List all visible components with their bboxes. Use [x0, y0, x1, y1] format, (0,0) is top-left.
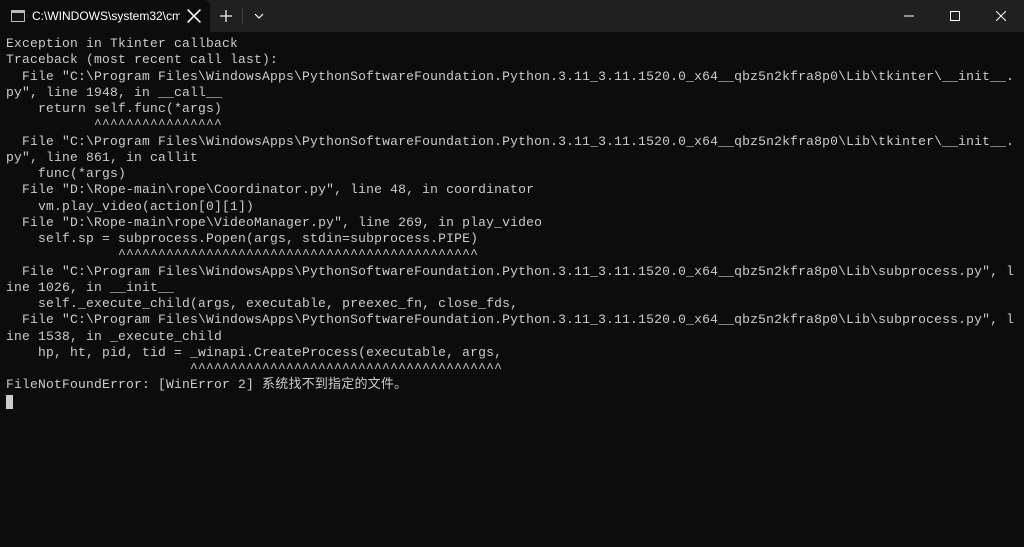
tab-title: C:\WINDOWS\system32\cmd.	[32, 9, 180, 23]
terminal-line: self._execute_child(args, executable, pr…	[6, 296, 1018, 312]
terminal-line: func(*args)	[6, 166, 1018, 182]
new-tab-button[interactable]	[210, 0, 242, 32]
maximize-button[interactable]	[932, 0, 978, 32]
terminal-tab[interactable]: C:\WINDOWS\system32\cmd.	[0, 0, 210, 32]
terminal-line: vm.play_video(action[0][1])	[6, 199, 1018, 215]
window-close-button[interactable]	[978, 0, 1024, 32]
cmd-icon	[10, 8, 26, 24]
plus-icon	[220, 10, 232, 22]
tab-close-button[interactable]	[186, 8, 202, 24]
terminal-cursor-line	[6, 394, 1018, 410]
terminal-line: FileNotFoundError: [WinError 2] 系统找不到指定的…	[6, 377, 1018, 393]
minimize-icon	[904, 11, 914, 21]
terminal-line: File "C:\Program Files\WindowsApps\Pytho…	[6, 69, 1018, 102]
tab-dropdown-button[interactable]	[243, 0, 275, 32]
terminal-cursor	[6, 395, 13, 409]
terminal-line: hp, ht, pid, tid = _winapi.CreateProcess…	[6, 345, 1018, 361]
close-icon	[996, 11, 1006, 21]
maximize-icon	[950, 11, 960, 21]
terminal-line: self.sp = subprocess.Popen(args, stdin=s…	[6, 231, 1018, 247]
window-controls	[886, 0, 1024, 32]
terminal-line: File "D:\Rope-main\rope\Coordinator.py",…	[6, 182, 1018, 198]
terminal-line: ^^^^^^^^^^^^^^^^^^^^^^^^^^^^^^^^^^^^^^^	[6, 361, 1018, 377]
terminal-line: File "C:\Program Files\WindowsApps\Pytho…	[6, 264, 1018, 297]
terminal-line: File "D:\Rope-main\rope\VideoManager.py"…	[6, 215, 1018, 231]
window-titlebar: C:\WINDOWS\system32\cmd.	[0, 0, 1024, 32]
terminal-line: Traceback (most recent call last):	[6, 52, 1018, 68]
terminal-line: return self.func(*args)	[6, 101, 1018, 117]
terminal-output[interactable]: Exception in Tkinter callbackTraceback (…	[0, 32, 1024, 414]
titlebar-left-group: C:\WINDOWS\system32\cmd.	[0, 0, 275, 32]
minimize-button[interactable]	[886, 0, 932, 32]
terminal-line: Exception in Tkinter callback	[6, 36, 1018, 52]
terminal-line: File "C:\Program Files\WindowsApps\Pytho…	[6, 312, 1018, 345]
close-icon	[186, 8, 202, 24]
terminal-line: ^^^^^^^^^^^^^^^^	[6, 117, 1018, 133]
chevron-down-icon	[254, 11, 264, 21]
terminal-line: ^^^^^^^^^^^^^^^^^^^^^^^^^^^^^^^^^^^^^^^^…	[6, 247, 1018, 263]
terminal-line: File "C:\Program Files\WindowsApps\Pytho…	[6, 134, 1018, 167]
